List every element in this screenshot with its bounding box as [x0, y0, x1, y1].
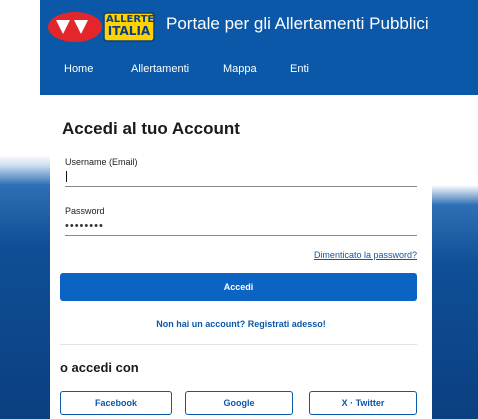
site-header: ALLERTE ITALIA Portale per gli Allertame… [40, 0, 478, 95]
nav-home[interactable]: Home [64, 63, 93, 75]
portal-title: Portale per gli Allertamenti Pubblici [166, 14, 429, 33]
divider [60, 344, 417, 345]
login-card: Accedi al tuo Account Username (Email) P… [50, 95, 432, 419]
username-input[interactable] [65, 167, 417, 187]
main-nav: Home Allertamenti Mappa Enti [40, 63, 478, 83]
username-label: Username (Email) [65, 157, 138, 167]
password-input[interactable] [65, 216, 417, 236]
logo-text-bottom: ITALIA [107, 24, 151, 38]
brand-logo[interactable]: ALLERTE ITALIA [48, 12, 158, 42]
google-login-button[interactable]: Google [185, 391, 293, 415]
background-right [432, 95, 478, 419]
text-caret [66, 171, 67, 182]
register-link[interactable]: Non hai un account? Registrati adesso! [50, 319, 432, 329]
login-title: Accedi al tuo Account [62, 119, 240, 138]
forgot-password-link[interactable]: Dimenticato la password? [314, 250, 417, 260]
facebook-login-button[interactable]: Facebook [60, 391, 172, 415]
password-label: Password [65, 206, 105, 216]
nav-allertamenti[interactable]: Allertamenti [131, 63, 189, 75]
background-left [0, 95, 50, 419]
login-button[interactable]: Accedi [60, 273, 417, 301]
nav-enti[interactable]: Enti [290, 63, 309, 75]
social-login-title: o accedi con [60, 360, 139, 375]
twitter-login-button[interactable]: X · Twitter [309, 391, 417, 415]
nav-mappa[interactable]: Mappa [223, 63, 257, 75]
